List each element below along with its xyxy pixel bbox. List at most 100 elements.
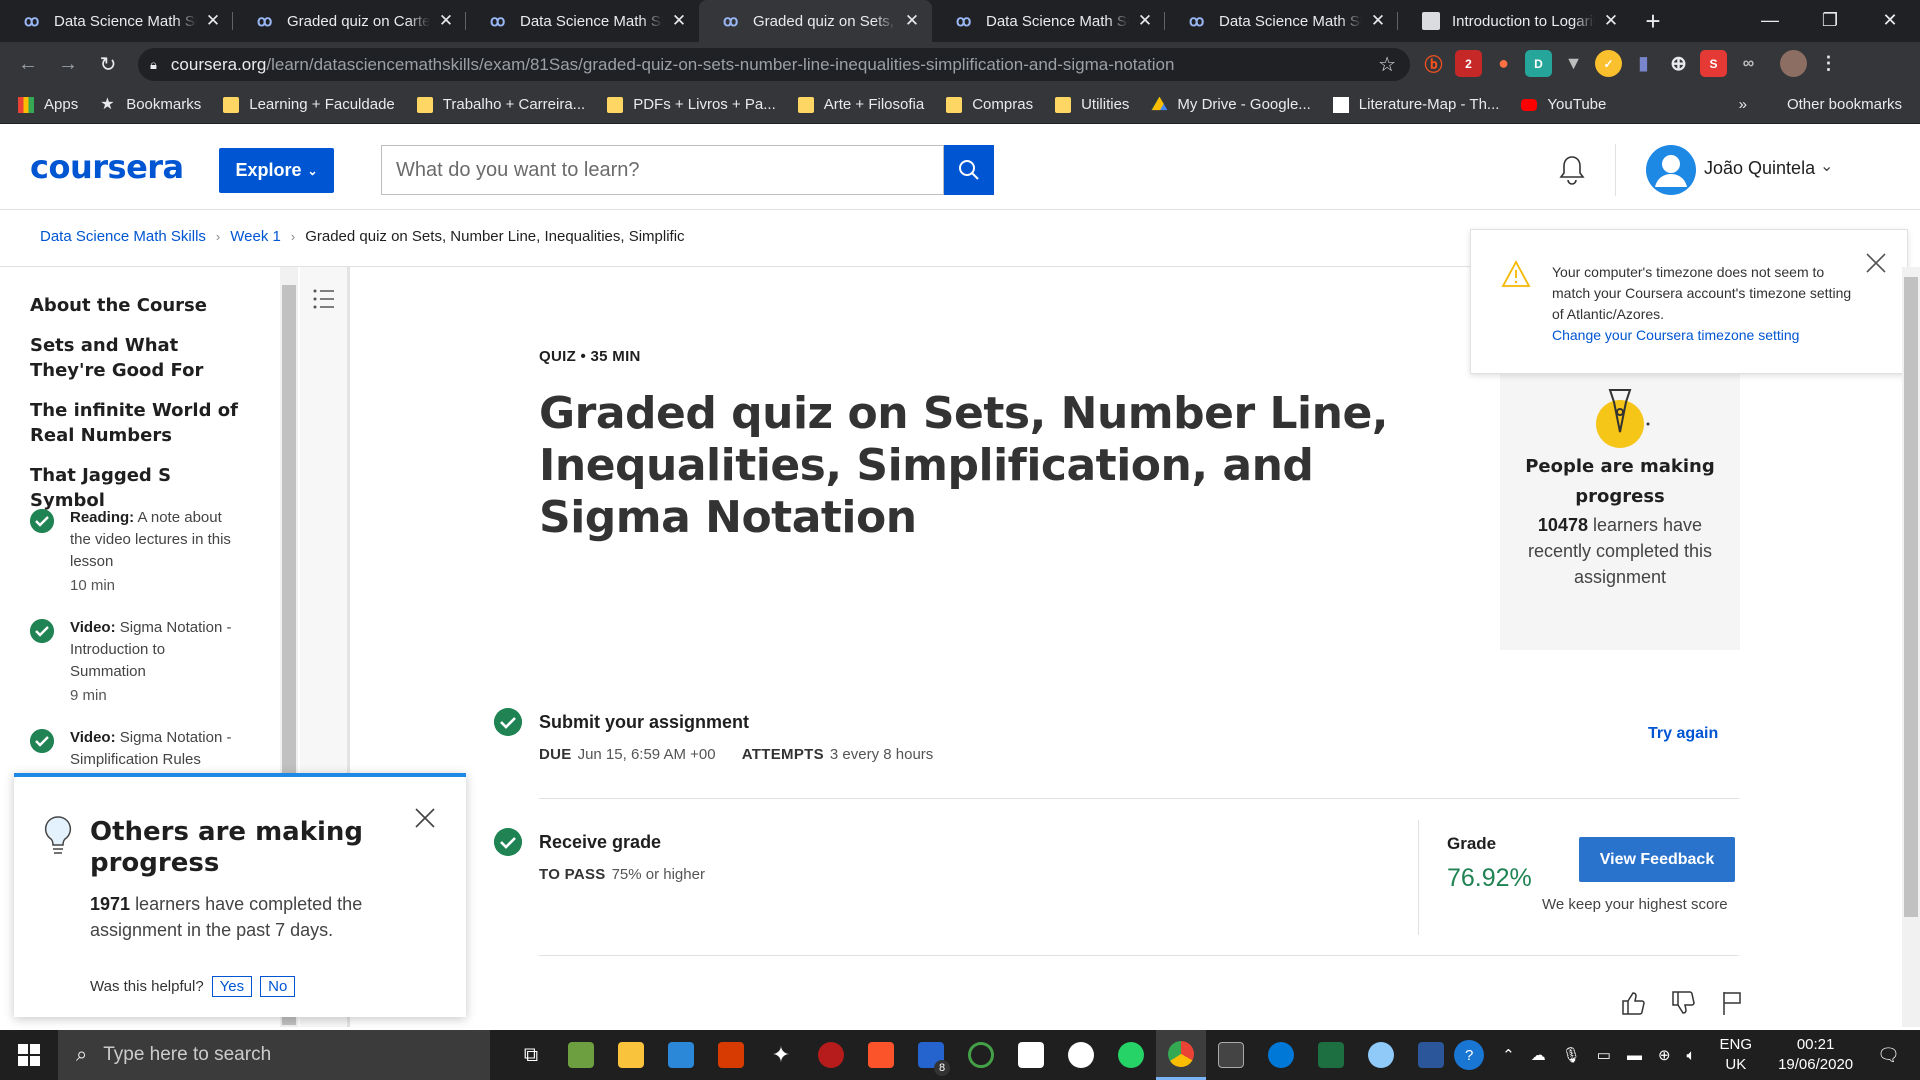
breadcrumb-week-link[interactable]: Week 1 xyxy=(230,228,281,245)
tab-close-icon[interactable]: ✕ xyxy=(436,11,456,31)
microphone-icon[interactable]: 🎙︎ xyxy=(1562,1046,1581,1064)
bookmark-folder[interactable]: PDFs + Livros + Pa... xyxy=(607,96,776,113)
address-bar[interactable]: 🔒︎ coursera.org/learn/datasciencemathski… xyxy=(138,48,1410,81)
edge-icon[interactable] xyxy=(1256,1030,1306,1080)
chrome-icon[interactable] xyxy=(1156,1030,1206,1080)
onedrive-icon[interactable]: ☁ xyxy=(1531,1046,1546,1064)
office-icon[interactable] xyxy=(706,1030,756,1080)
extension-glasses-icon[interactable]: ∞ xyxy=(1735,50,1762,77)
bookmark-youtube[interactable]: YouTube xyxy=(1521,96,1606,113)
extension-check-icon[interactable]: ✓ xyxy=(1595,50,1622,77)
taskbar-search-input[interactable]: ⌕ Type here to search xyxy=(58,1030,490,1080)
tab-close-icon[interactable]: ✕ xyxy=(1368,11,1388,31)
other-bookmarks[interactable]: » Other bookmarks xyxy=(1739,96,1902,113)
forward-icon[interactable]: → xyxy=(48,53,88,76)
bookmark-apps[interactable]: Apps xyxy=(18,96,78,113)
volume-icon[interactable]: 🔈︎ xyxy=(1687,1047,1696,1064)
thumbs-down-icon[interactable] xyxy=(1670,990,1696,1016)
sidebar-item-video[interactable]: Video: Sigma Notation - Introduction to … xyxy=(30,617,245,704)
extension-b-icon[interactable]: ⓑ xyxy=(1420,50,1447,77)
browser-tab[interactable]: ꝏ Graded quiz on Cartesian ✕ xyxy=(233,0,466,42)
calculator-icon[interactable] xyxy=(1206,1030,1256,1080)
sidebar-item-reading[interactable]: Reading: A note about the video lectures… xyxy=(30,507,245,594)
game-app-icon[interactable] xyxy=(806,1030,856,1080)
dropbox-icon[interactable]: ✦ xyxy=(756,1030,806,1080)
scrollbar-thumb[interactable] xyxy=(1904,277,1918,917)
bookmarks-overflow-icon[interactable]: » xyxy=(1739,96,1747,113)
coursera-logo[interactable]: coursera xyxy=(30,148,184,186)
refresh-app-icon[interactable] xyxy=(956,1030,1006,1080)
extension-target-icon[interactable]: ⊕ xyxy=(1665,50,1692,77)
slack-icon[interactable] xyxy=(1056,1030,1106,1080)
extension-chart-icon[interactable]: ▮ xyxy=(1630,50,1657,77)
try-again-button[interactable]: Try again xyxy=(1648,725,1718,743)
notifications-icon[interactable]: 🗨︎ xyxy=(1877,1045,1900,1066)
dashboard-app-icon[interactable] xyxy=(1006,1030,1056,1080)
tab-close-icon[interactable]: ✕ xyxy=(1601,11,1621,31)
sidebar-section-title[interactable]: The infinite World of Real Numbers xyxy=(30,398,250,448)
tab-close-icon[interactable]: ✕ xyxy=(902,11,922,31)
tray-chevron-up-icon[interactable]: ⌃ xyxy=(1502,1046,1515,1064)
bookmark-drive[interactable]: My Drive - Google... xyxy=(1151,96,1311,113)
close-icon[interactable] xyxy=(1865,252,1887,274)
bookmark-folder[interactable]: Utilities xyxy=(1055,96,1129,113)
bookmark-folder[interactable]: Compras xyxy=(946,96,1033,113)
bookmark-folder[interactable]: Learning + Faculdade xyxy=(223,96,395,113)
helpful-yes-button[interactable]: Yes xyxy=(211,976,253,997)
profile-avatar-icon[interactable] xyxy=(1780,50,1807,77)
page-scrollbar[interactable] xyxy=(1902,267,1920,1027)
battery-icon[interactable]: ▬ xyxy=(1627,1047,1642,1064)
excel-icon[interactable] xyxy=(1306,1030,1356,1080)
view-feedback-button[interactable]: View Feedback xyxy=(1579,837,1735,882)
language-indicator[interactable]: ENG UK xyxy=(1720,1035,1753,1075)
search-input[interactable]: What do you want to learn? xyxy=(381,145,944,195)
bookmark-folder[interactable]: Arte + Filosofia xyxy=(797,96,924,113)
windows-start-icon[interactable] xyxy=(0,1030,58,1080)
flag-icon[interactable] xyxy=(1720,990,1744,1016)
minimize-icon[interactable]: — xyxy=(1740,0,1800,40)
new-tab-icon[interactable]: + xyxy=(1631,0,1675,42)
breadcrumb-course-link[interactable]: Data Science Math Skills xyxy=(40,228,206,245)
bookmark-star-icon[interactable]: ☆ xyxy=(1378,52,1396,77)
brave-icon[interactable] xyxy=(856,1030,906,1080)
mail-icon[interactable] xyxy=(656,1030,706,1080)
list-outline-icon[interactable] xyxy=(312,287,336,311)
network-icon[interactable]: ⊕ xyxy=(1658,1046,1671,1064)
change-timezone-link[interactable]: Change your Coursera timezone setting xyxy=(1552,327,1799,343)
close-icon[interactable] xyxy=(414,807,436,829)
notification-bell-icon[interactable] xyxy=(1557,154,1587,186)
avatar[interactable] xyxy=(1646,145,1696,195)
display-icon[interactable]: ▭ xyxy=(1597,1046,1611,1064)
bookmark-bookmarks[interactable]: ★ Bookmarks xyxy=(100,96,201,113)
tab-close-icon[interactable]: ✕ xyxy=(203,11,223,31)
back-icon[interactable]: ← xyxy=(8,53,48,76)
extension-flame-icon[interactable]: ● xyxy=(1490,50,1517,77)
menu-kebab-icon[interactable]: ⋮ xyxy=(1815,50,1842,77)
extension-filter-icon[interactable]: ▼ xyxy=(1560,50,1587,77)
word-icon[interactable] xyxy=(1406,1030,1456,1080)
tab-close-icon[interactable]: ✕ xyxy=(669,11,689,31)
chevron-down-icon[interactable]: ⌄ xyxy=(1820,156,1833,176)
browser-tab[interactable]: ꝏ Data Science Math Skills ✕ xyxy=(932,0,1165,42)
paint-app-icon[interactable] xyxy=(556,1030,606,1080)
reload-icon[interactable]: ↻ xyxy=(88,52,128,77)
help-icon[interactable]: ? xyxy=(1454,1040,1485,1070)
sidebar-section-title[interactable]: About the Course xyxy=(30,293,250,318)
paint3d-icon[interactable] xyxy=(1356,1030,1406,1080)
extension-d-icon[interactable]: D xyxy=(1525,50,1552,77)
clock[interactable]: 00:21 19/06/2020 xyxy=(1778,1035,1853,1075)
browser-tab[interactable]: Introduction to Logarithms ✕ xyxy=(1398,0,1631,42)
browser-tab-active[interactable]: ꝏ Graded quiz on Sets, Number ✕ xyxy=(699,0,932,42)
helpful-no-button[interactable]: No xyxy=(260,976,296,997)
extension-s-icon[interactable]: S xyxy=(1700,50,1727,77)
task-view-icon[interactable]: ⧉ xyxy=(506,1030,556,1080)
browser-tab[interactable]: ꝏ Data Science Math Skills ✕ xyxy=(466,0,699,42)
explore-button[interactable]: Explore ⌄ xyxy=(219,148,334,193)
whatsapp-icon[interactable] xyxy=(1106,1030,1156,1080)
sidebar-item-video[interactable]: Video: Sigma Notation - Simplification R… xyxy=(30,727,245,771)
search-button[interactable] xyxy=(944,145,994,195)
file-explorer-icon[interactable] xyxy=(606,1030,656,1080)
restore-icon[interactable]: ❐ xyxy=(1800,0,1860,40)
extension-badge-icon[interactable]: 2 xyxy=(1455,50,1482,77)
sidebar-section-title[interactable]: Sets and What They're Good For xyxy=(30,333,250,383)
